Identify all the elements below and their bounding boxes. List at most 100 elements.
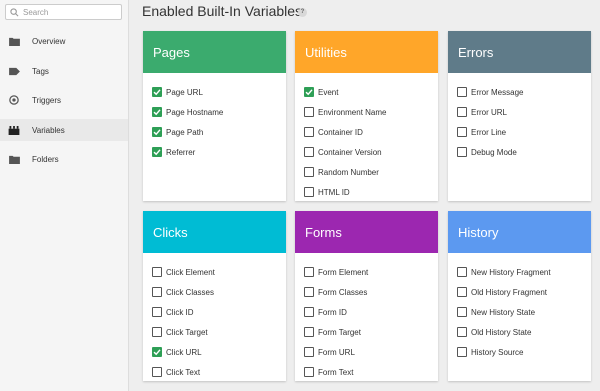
- card-title: Errors: [448, 31, 591, 73]
- sidebar-item-label: Triggers: [32, 95, 62, 105]
- checkbox-label: Random Number: [318, 167, 379, 177]
- checkbox[interactable]: [457, 327, 467, 337]
- tag-icon: [8, 66, 20, 76]
- checkbox[interactable]: [304, 187, 314, 197]
- variable-checkbox-row[interactable]: Page URL: [143, 82, 286, 102]
- variable-checkbox-row[interactable]: Page Hostname: [143, 102, 286, 122]
- variable-checkbox-row[interactable]: Random Number: [295, 162, 438, 182]
- checkbox[interactable]: [304, 367, 314, 377]
- checkbox[interactable]: [304, 167, 314, 177]
- checkbox-label: Form Text: [318, 367, 354, 377]
- variable-checkbox-row[interactable]: Error URL: [448, 102, 591, 122]
- variable-checkbox-row[interactable]: HTML ID: [295, 182, 438, 202]
- checkbox[interactable]: [457, 307, 467, 317]
- search-input[interactable]: [23, 6, 118, 18]
- checkbox-label: Form ID: [318, 307, 347, 317]
- variable-checkbox-row[interactable]: Form ID: [295, 302, 438, 322]
- sidebar-item-label: Variables: [32, 125, 65, 135]
- sidebar-item-overview[interactable]: Overview: [0, 30, 128, 52]
- folder-icon: [8, 36, 20, 46]
- checkbox-checked[interactable]: [152, 87, 162, 97]
- card-title: Utilities: [295, 31, 438, 73]
- variable-checkbox-row[interactable]: Debug Mode: [448, 142, 591, 162]
- variable-checkbox-row[interactable]: Click Element: [143, 262, 286, 282]
- checkbox-checked[interactable]: [152, 107, 162, 117]
- checkbox-label: HTML ID: [318, 187, 350, 197]
- checkbox-checked[interactable]: [152, 127, 162, 137]
- checkbox[interactable]: [152, 367, 162, 377]
- page-title: Enabled Built-In Variables: [142, 3, 303, 19]
- card-title: Clicks: [143, 211, 286, 253]
- variable-checkbox-row[interactable]: Click ID: [143, 302, 286, 322]
- variable-checkbox-row[interactable]: Old History State: [448, 322, 591, 342]
- variable-checkbox-row[interactable]: Environment Name: [295, 102, 438, 122]
- variable-checkbox-row[interactable]: Click Classes: [143, 282, 286, 302]
- variable-checkbox-row[interactable]: Form Element: [295, 262, 438, 282]
- variable-checkbox-row[interactable]: Referrer: [143, 142, 286, 162]
- checkbox-checked[interactable]: [304, 87, 314, 97]
- checkbox-label: Debug Mode: [471, 147, 517, 157]
- variable-checkbox-row[interactable]: Page Path: [143, 122, 286, 142]
- variable-checkbox-row[interactable]: New History Fragment: [448, 262, 591, 282]
- checkbox-label: New History State: [471, 307, 536, 317]
- card-list: Click Element Click Classes Click ID Click …: [143, 253, 286, 382]
- card-list: Event Environment Name Container ID Contain…: [295, 73, 438, 202]
- variable-checkbox-row[interactable]: Error Message: [448, 82, 591, 102]
- variable-checkbox-row[interactable]: Form URL: [295, 342, 438, 362]
- target-icon: [8, 95, 20, 105]
- checkbox-label: Error URL: [471, 107, 508, 117]
- checkbox[interactable]: [304, 307, 314, 317]
- sidebar: Overview Tags Triggers Variables Folders: [0, 0, 129, 391]
- variable-checkbox-row[interactable]: History Source: [448, 342, 591, 362]
- checkbox-checked[interactable]: [152, 147, 162, 157]
- checkbox-label: Event: [318, 87, 339, 97]
- sidebar-item-label: Tags: [32, 66, 49, 76]
- checkbox-label: Page Path: [166, 127, 204, 137]
- sidebar-item-folders[interactable]: Folders: [0, 148, 128, 170]
- variable-checkbox-row[interactable]: Container ID: [295, 122, 438, 142]
- checkbox[interactable]: [457, 287, 467, 297]
- checkbox[interactable]: [304, 147, 314, 157]
- checkbox[interactable]: [304, 347, 314, 357]
- variable-checkbox-row[interactable]: Click Text: [143, 362, 286, 382]
- checkbox-label: Old History State: [471, 327, 532, 337]
- variable-checkbox-row[interactable]: Form Target: [295, 322, 438, 342]
- variable-checkbox-row[interactable]: Container Version: [295, 142, 438, 162]
- variable-checkbox-row[interactable]: Form Classes: [295, 282, 438, 302]
- card-utilities: Utilities Event Environment Name Container…: [295, 31, 438, 201]
- checkbox[interactable]: [152, 267, 162, 277]
- checkbox[interactable]: [304, 127, 314, 137]
- checkbox[interactable]: [457, 127, 467, 137]
- checkbox[interactable]: [304, 107, 314, 117]
- help-icon[interactable]: ?: [298, 8, 307, 17]
- checkbox-checked[interactable]: [152, 347, 162, 357]
- card-clicks: Clicks Click Element Click Classes Click I…: [143, 211, 286, 381]
- checkbox[interactable]: [457, 87, 467, 97]
- sidebar-item-tags[interactable]: Tags: [0, 60, 128, 82]
- sidebar-item-triggers[interactable]: Triggers: [0, 89, 128, 111]
- variable-checkbox-row[interactable]: Click URL: [143, 342, 286, 362]
- checkbox[interactable]: [457, 347, 467, 357]
- search-icon: [10, 7, 19, 16]
- checkbox-label: Click Classes: [166, 287, 215, 297]
- variable-checkbox-row[interactable]: Error Line: [448, 122, 591, 142]
- variable-checkbox-row[interactable]: Form Text: [295, 362, 438, 382]
- variable-checkbox-row[interactable]: Event: [295, 82, 438, 102]
- variable-checkbox-row[interactable]: Old History Fragment: [448, 282, 591, 302]
- variable-checkbox-row[interactable]: Click Target: [143, 322, 286, 342]
- checkbox[interactable]: [152, 327, 162, 337]
- card-history: History New History Fragment Old History …: [448, 211, 591, 381]
- checkbox-label: Container Version: [318, 147, 382, 157]
- sidebar-item-variables[interactable]: Variables: [0, 119, 128, 141]
- checkbox[interactable]: [304, 267, 314, 277]
- variable-checkbox-row[interactable]: New History State: [448, 302, 591, 322]
- checkbox[interactable]: [152, 287, 162, 297]
- search-box[interactable]: [5, 4, 122, 20]
- checkbox[interactable]: [457, 147, 467, 157]
- folder-icon: [8, 154, 20, 164]
- checkbox[interactable]: [457, 107, 467, 117]
- checkbox[interactable]: [152, 307, 162, 317]
- checkbox[interactable]: [457, 267, 467, 277]
- checkbox[interactable]: [304, 327, 314, 337]
- checkbox[interactable]: [304, 287, 314, 297]
